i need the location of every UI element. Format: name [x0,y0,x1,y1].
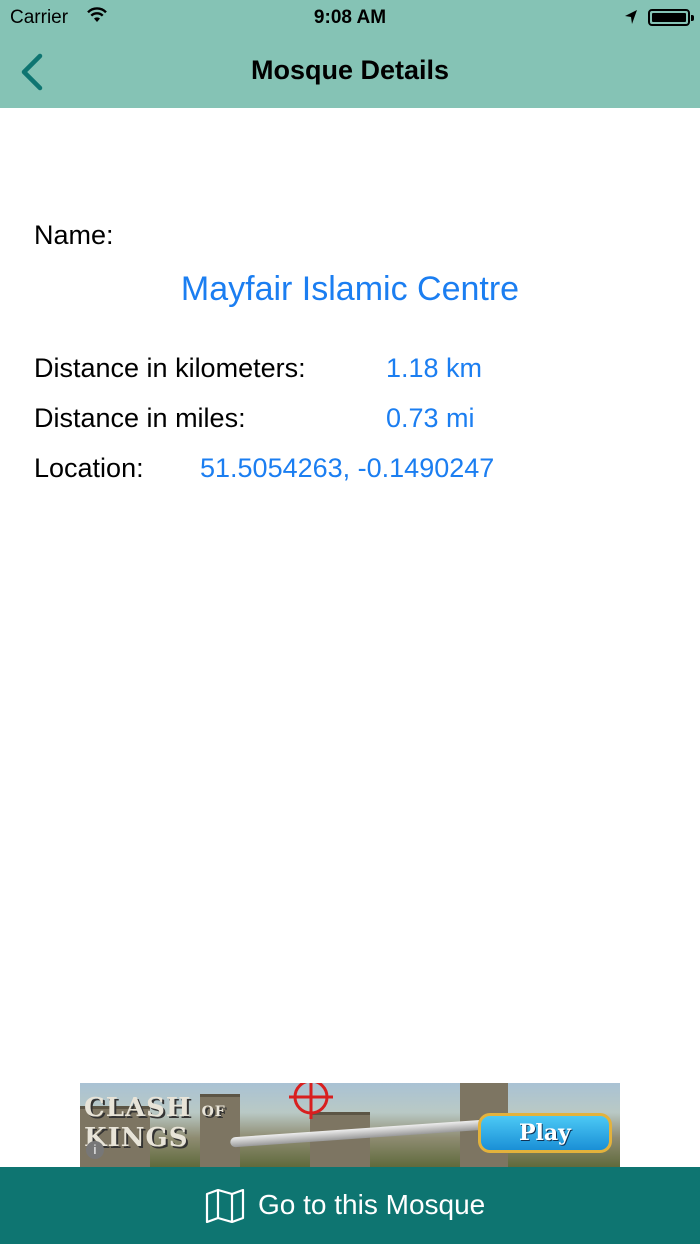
navigation-header: Carrier 9:08 AM Mosque Details [0,0,700,108]
ad-logo-line1: CLASH [84,1093,192,1123]
status-bar: Carrier 9:08 AM [0,0,700,36]
status-time: 9:08 AM [313,7,387,28]
map-icon [205,1188,245,1228]
distance-km-label: Distance in kilometers: [34,353,306,383]
location-label: Location: [34,453,144,483]
name-label: Name: [34,220,114,250]
ad-logo: CLASH OF KINGS [84,1095,226,1151]
ad-play-button[interactable]: Play [478,1113,612,1153]
distance-miles-value: 0.73 mi [386,403,475,433]
distance-km-value: 1.18 km [386,353,483,383]
location-arrow-icon [624,9,638,31]
distance-miles-label: Distance in miles: [34,403,246,433]
go-to-mosque-label: Go to this Mosque [258,1189,486,1220]
go-to-mosque-button[interactable]: Go to this Mosque [0,1167,700,1244]
location-value: 51.5054263, -0.1490247 [200,453,495,483]
ad-info-icon[interactable]: i [86,1141,104,1159]
ad-banner[interactable]: CLASH OF KINGS i Play [80,1083,620,1167]
page-title: Mosque Details [250,55,450,85]
mosque-name-value: Mayfair Islamic Centre [180,270,520,308]
crosshair-icon [278,1083,344,1130]
battery-icon [648,9,694,26]
ad-logo-of: OF [201,1104,226,1120]
